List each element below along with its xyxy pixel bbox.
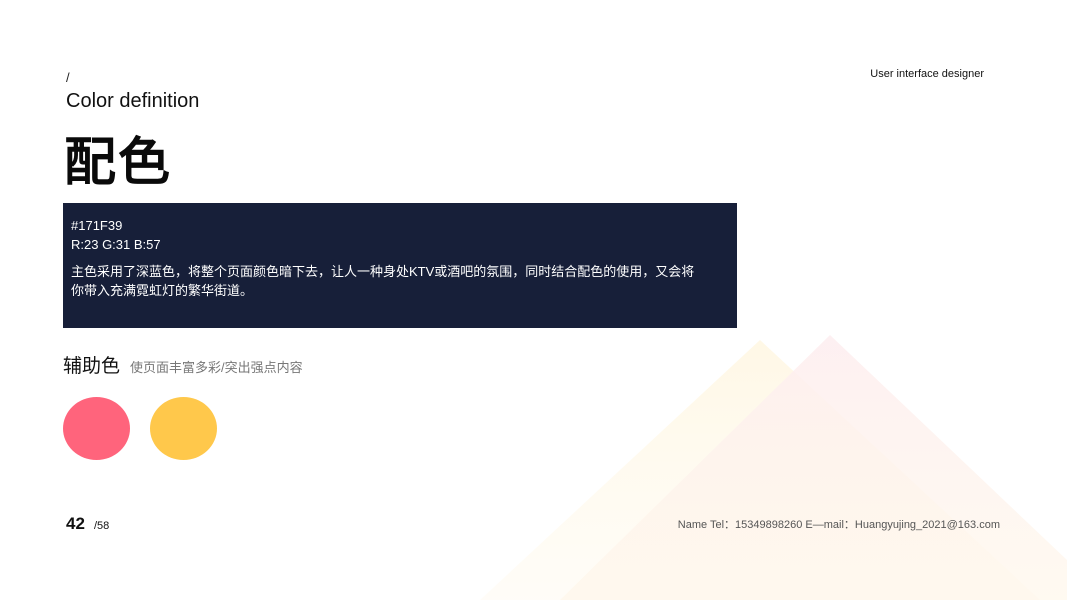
- auxiliary-title: 辅助色: [63, 356, 121, 377]
- main-color-rgb: R:23 G:31 B:57: [71, 237, 161, 252]
- main-color-card: #171F39 R:23 G:31 B:57 主色采用了深蓝色，将整个页面颜色暗…: [63, 203, 737, 328]
- page-total: /58: [94, 520, 110, 532]
- page-title: 配色: [64, 134, 173, 192]
- section-subtitle: Color definition: [66, 90, 200, 112]
- auxiliary-swatch-pink: [63, 397, 130, 460]
- main-color-description: 主色采用了深蓝色，将整个页面颜色暗下去，让人一种身处KTV或酒吧的氛围，同时结合…: [71, 264, 695, 298]
- auxiliary-subtitle: 使页面丰富多彩/突出强点内容: [130, 360, 303, 375]
- page-number: 42: [66, 514, 85, 533]
- designer-role: User interface designer: [870, 68, 984, 80]
- contact-info: Name Tel：15349898260 E—mail：Huangyujing_…: [677, 519, 1000, 531]
- section-slash: /: [66, 70, 70, 85]
- main-color-hex: #171F39: [71, 218, 123, 233]
- auxiliary-swatch-yellow: [150, 397, 217, 460]
